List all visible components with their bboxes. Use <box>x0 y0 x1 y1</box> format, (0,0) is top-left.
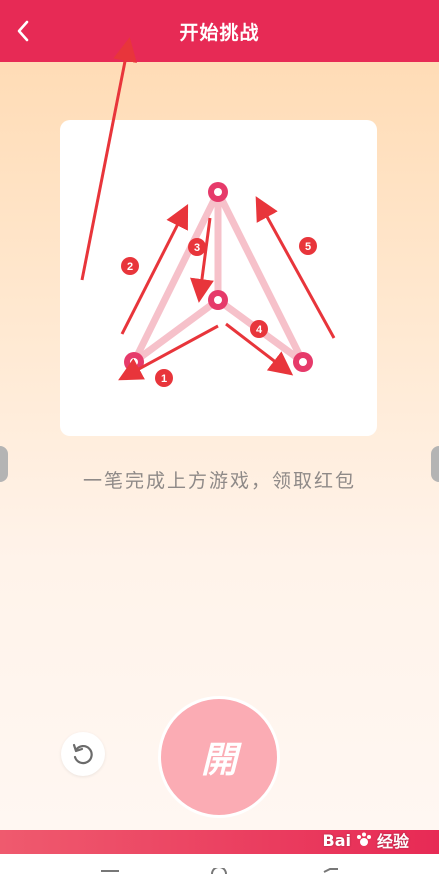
paw-icon <box>356 832 371 846</box>
watermark-suffix: 经验 <box>376 832 409 851</box>
annotation-overlay <box>80 37 137 281</box>
home-icon[interactable] <box>210 868 228 874</box>
system-nav-bar <box>0 854 439 874</box>
watermark-brand: Bai <box>322 830 351 850</box>
baidu-jingyan-watermark: Bai 经验 <box>323 828 410 852</box>
annotation-arrow-title <box>80 37 137 281</box>
menu-icon[interactable] <box>100 868 120 874</box>
back-nav-icon[interactable] <box>322 868 340 874</box>
